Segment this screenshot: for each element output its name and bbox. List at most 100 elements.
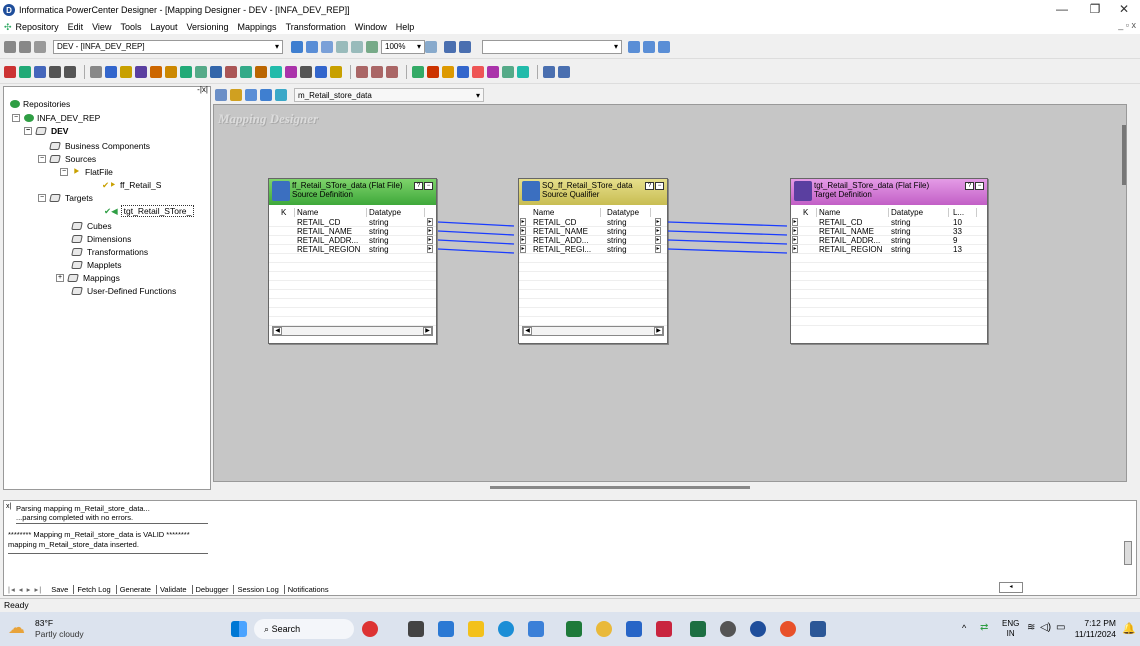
menu-view[interactable]: View [92,22,111,32]
xbox-icon[interactable] [566,621,582,637]
link-src-sq-4[interactable] [437,248,515,254]
router-icon[interactable] [180,65,192,78]
workspace-vscroll-thumb[interactable] [1122,125,1126,185]
mapping-combo[interactable]: m_Retail_store_data ▾ [294,88,484,102]
navigator-icon[interactable] [291,40,303,53]
find-icon[interactable] [444,40,456,53]
store-icon[interactable] [528,621,544,637]
informatica-icon[interactable] [750,621,766,637]
output-close-icon[interactable]: x| [6,503,11,510]
collapse-icon[interactable]: − [60,168,68,176]
weather-temp[interactable]: 83°F [35,618,53,628]
update-strategy-icon[interactable] [412,65,424,78]
tab-fetch-log[interactable]: Fetch Log [73,584,113,594]
tab-save[interactable]: Save [48,584,72,594]
menu-mappings[interactable]: Mappings [238,22,277,32]
mapping-designer-icon[interactable] [275,89,287,101]
tree-udf[interactable]: User-Defined Functions [71,285,176,297]
tree-target-file[interactable]: ✔◀ tgt_Retail_STore_ [104,205,195,217]
target-icon[interactable] [135,65,147,78]
zoom-icon[interactable] [366,40,378,53]
clock[interactable]: 7:12 PM 11/11/2024 [1070,618,1116,640]
select-icon[interactable] [90,65,102,78]
tab-session-log[interactable]: Session Log [233,584,281,594]
java-icon[interactable] [427,65,439,78]
sql-icon[interactable] [330,65,342,78]
widget-icon[interactable] [362,621,378,637]
mapplet-input-icon[interactable] [543,65,555,78]
task-view-icon[interactable] [408,621,424,637]
sorter-icon[interactable] [210,65,222,78]
menu-help[interactable]: Help [396,22,415,32]
xml-source-icon[interactable] [356,65,368,78]
tree-source-file[interactable]: ✔⯈ ff_Retail_S [102,179,161,191]
close-button[interactable]: ✕ [1114,2,1134,16]
tree-transformations[interactable]: Transformations [71,246,148,258]
data-masking-icon[interactable] [502,65,514,78]
word-icon[interactable] [810,621,826,637]
zoom-combo[interactable]: 100% ▾ [381,39,425,54]
tab-generate[interactable]: Generate [115,584,154,594]
arrange-icon[interactable] [336,40,348,53]
expand-icon[interactable]: + [56,274,64,282]
language-indicator[interactable]: ENG IN [1002,619,1019,639]
filter-icon[interactable] [165,65,177,78]
tree-mapplets[interactable]: Mapplets [71,259,122,271]
transformation-developer-icon[interactable] [245,89,257,101]
rank-icon[interactable] [270,65,282,78]
tree-targets[interactable]: − Targets [38,192,93,204]
output-hscroll[interactable]: ◂ [999,582,1023,593]
lookup-icon[interactable] [240,65,252,78]
teams-icon[interactable] [438,621,454,637]
menu-edit[interactable]: Edit [68,22,84,32]
midstream-icon[interactable] [472,65,484,78]
chrome-icon[interactable] [596,621,612,637]
xml-generator-icon[interactable] [386,65,398,78]
tree-mappings[interactable]: + Mappings [56,272,120,284]
link-src-sq-1[interactable] [437,221,515,227]
link-sq-tgt-3[interactable] [667,239,788,245]
edge-icon[interactable] [498,621,514,637]
connect-icon[interactable] [4,40,16,53]
link-sq-tgt-1[interactable] [667,221,788,227]
find-combo[interactable]: ▾ [482,39,622,54]
tree-repositories[interactable]: Repositories [10,98,70,110]
arrange-iconic-icon[interactable] [351,40,363,53]
search-box[interactable]: ⌕ Search [254,619,354,639]
undo-icon[interactable] [49,65,61,78]
notification-bell-icon[interactable]: 🔔 [1122,622,1136,635]
tree-folder-dev[interactable]: − DEV [24,125,68,137]
output-icon[interactable] [321,40,333,53]
tree-repo[interactable]: − INFA_DEV_REP [12,112,100,124]
excel-icon[interactable] [690,621,706,637]
navigator-close-icon[interactable]: -|x| [197,85,208,94]
collapse-icon[interactable]: − [38,155,46,163]
scale-to-fit-icon[interactable] [425,40,437,53]
disconnect-icon[interactable] [19,40,31,53]
custom-icon[interactable] [457,65,469,78]
collapse-icon[interactable]: − [38,194,46,202]
identity-icon[interactable] [517,65,529,78]
menu-window[interactable]: Window [355,22,387,32]
restore-button[interactable]: ❐ [1085,2,1105,16]
tree-sources[interactable]: − Sources [38,153,96,165]
volume-icon[interactable]: ◁) [1040,622,1051,633]
validate-icon[interactable] [19,65,31,78]
link-sq-tgt-2[interactable] [667,230,788,236]
chevron-up-icon[interactable]: ^ [962,623,966,633]
mcafee-icon[interactable] [656,621,672,637]
menu-versioning[interactable]: Versioning [187,22,229,32]
tree-business-components[interactable]: Business Components [49,140,150,152]
menu-repository[interactable]: Repository [16,22,59,32]
workspace-scroll-thumb[interactable] [490,486,750,489]
tab-debugger[interactable]: Debugger [191,584,232,594]
source-icon[interactable] [120,65,132,78]
tree-dimensions[interactable]: Dimensions [71,233,131,245]
tree-flatfile[interactable]: − ⯈ FlatFile [60,166,113,178]
office-icon[interactable] [780,621,796,637]
tab-notifications[interactable]: Notifications [283,584,332,594]
minimize-button[interactable]: — [1052,2,1072,16]
tab-scroll-arrows[interactable]: |◂ ◂ ▸ ▸| [8,585,42,594]
aggregator-icon[interactable] [195,65,207,78]
tray-app-icon[interactable]: ⇄ [980,622,988,633]
